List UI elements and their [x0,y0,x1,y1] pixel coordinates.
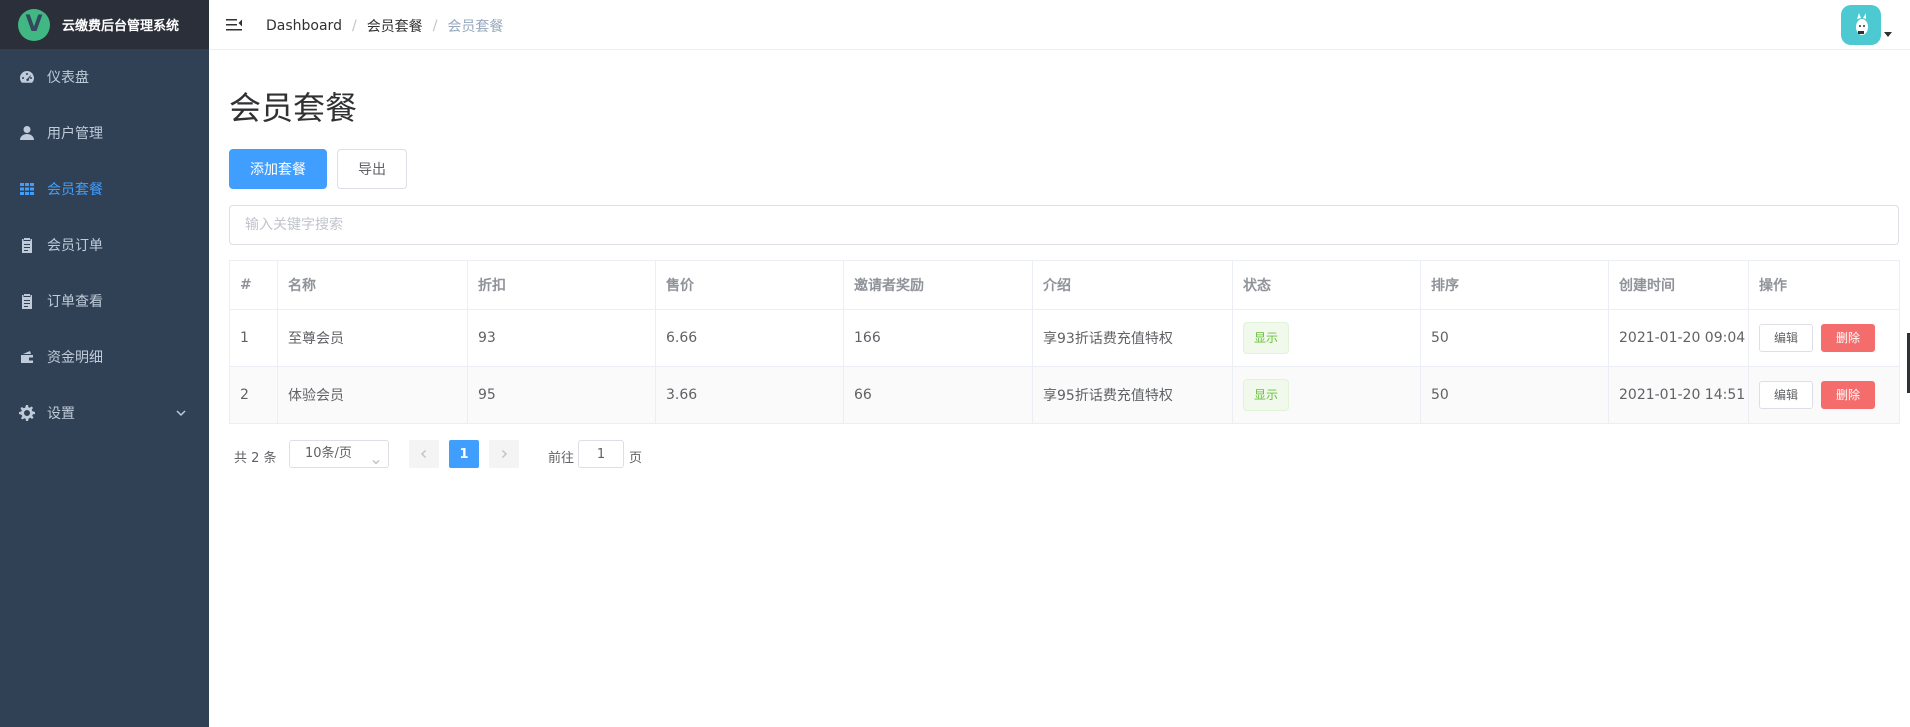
export-button[interactable]: 导出 [337,149,407,189]
cell-id: 1 [229,309,278,367]
column-header[interactable]: 状态 [1232,260,1421,310]
sidebar-item-label: 会员套餐 [47,182,103,198]
column-header[interactable]: 邀请者奖励 [843,260,1033,310]
cell-intro: 享95折话费充值特权 [1032,366,1233,424]
cell-reward: 166 [843,309,1033,367]
chevron-left-icon [420,449,427,459]
pagination: 共 2 条 10条/页 1 前往 页 [229,440,829,470]
breadcrumb-membership-plans[interactable]: 会员套餐 [367,16,423,36]
pagination-total: 共 2 条 [234,451,277,466]
table-row[interactable]: 2 体验会员 95 3.66 66 享95折话费充值特权 显示 50 2021-… [229,366,1900,424]
sidebar-item-label: 仪表盘 [47,70,89,86]
cell-created: 2021-01-20 14:51 [1608,366,1749,424]
column-header[interactable]: 名称 [277,260,468,310]
cell-price: 6.66 [655,309,844,367]
page-size-value: 10条/页 [305,446,352,461]
sidebar-item-membership-plans[interactable]: 会员套餐 [0,161,209,217]
cell-created: 2021-01-20 09:04 [1608,309,1749,367]
clipboard-icon [19,237,35,253]
page-size-select[interactable]: 10条/页 [289,440,389,468]
app-title: 云缴费后台管理系统 [62,19,180,34]
cat-avatar-icon [1856,13,1868,35]
edit-button[interactable]: 编辑 [1759,381,1814,409]
edit-button[interactable]: 编辑 [1759,324,1814,352]
user-icon [19,125,35,141]
next-page-button[interactable] [489,440,519,468]
avatar[interactable] [1841,5,1881,45]
column-header[interactable]: 介绍 [1032,260,1233,310]
breadcrumb: Dashboard / 会员套餐 / 会员套餐 [266,16,503,36]
column-header[interactable]: 售价 [655,260,844,310]
cell-actions: 编辑 删除 [1748,366,1900,424]
status-badge: 显示 [1243,322,1290,354]
cell-sort: 50 [1420,309,1609,367]
vue-logo-icon: V [18,8,50,41]
chevron-right-icon [501,449,508,459]
column-header[interactable]: # [229,260,278,310]
cell-status: 显示 [1232,366,1421,424]
goto-label: 前往 [548,451,575,466]
prev-page-button[interactable] [409,440,439,468]
cell-price: 3.66 [655,366,844,424]
delete-button[interactable]: 删除 [1821,324,1876,352]
table-row[interactable]: 1 至尊会员 93 6.66 166 享93折话费充值特权 显示 50 2021… [229,309,1900,367]
navbar: Dashboard / 会员套餐 / 会员套餐 [209,0,1910,50]
grid-icon [19,181,35,197]
breadcrumb-dashboard[interactable]: Dashboard [266,18,342,34]
column-header[interactable]: 操作 [1748,260,1900,310]
sidebar-item-member-orders[interactable]: 会员订单 [0,217,209,273]
caret-down-icon [1884,32,1892,37]
cell-id: 2 [229,366,278,424]
page-title: 会员套餐 [229,89,358,127]
cell-intro: 享93折话费充值特权 [1032,309,1233,367]
sidebar-item-funds[interactable]: 资金明细 [0,329,209,385]
sidebar-item-dashboard[interactable]: 仪表盘 [0,49,209,105]
breadcrumb-separator: / [351,18,357,34]
status-badge: 显示 [1243,379,1290,411]
sidebar-item-label: 资金明细 [47,350,103,366]
cell-name: 体验会员 [277,366,468,424]
search-input[interactable] [229,205,1899,245]
breadcrumb-current: 会员套餐 [447,19,504,35]
sidebar: V 云缴费后台管理系统 仪表盘 用户管理 会员套餐 会员订单 订单查看 资金明细… [0,0,209,727]
add-plan-button[interactable]: 添加套餐 [229,149,327,189]
goto-suffix: 页 [629,451,643,466]
hamburger-menu-icon[interactable] [226,17,242,33]
chevron-down-icon [175,407,187,419]
cell-sort: 50 [1420,366,1609,424]
column-header[interactable]: 创建时间 [1608,260,1749,310]
sidebar-item-label: 订单查看 [47,294,103,310]
user-avatar-dropdown[interactable] [1841,5,1892,45]
sidebar-item-label: 会员订单 [47,238,103,254]
wallet-icon [19,349,35,365]
cell-reward: 66 [843,366,1033,424]
dashboard-icon [19,69,35,85]
cell-status: 显示 [1232,309,1421,367]
clipboard-icon [19,293,35,309]
sidebar-item-label: 用户管理 [47,126,103,142]
sidebar-menu: 仪表盘 用户管理 会员套餐 会员订单 订单查看 资金明细 设置 [0,49,209,441]
cell-name: 至尊会员 [277,309,468,367]
gear-icon [19,405,35,421]
breadcrumb-separator: / [432,18,438,34]
cell-discount: 95 [467,366,656,424]
cell-actions: 编辑 删除 [1748,309,1900,367]
goto-page-input[interactable] [578,440,624,468]
column-header[interactable]: 排序 [1420,260,1609,310]
table-header-row: # 名称 折扣 售价 邀请者奖励 介绍 状态 排序 创建时间 操作 [229,260,1900,310]
chevron-down-icon [372,450,380,465]
logo-bar[interactable]: V 云缴费后台管理系统 [0,0,209,49]
plans-table: # 名称 折扣 售价 邀请者奖励 介绍 状态 排序 创建时间 操作 1 至尊会员… [229,260,1900,424]
delete-button[interactable]: 删除 [1821,381,1876,409]
sidebar-item-users[interactable]: 用户管理 [0,105,209,161]
sidebar-item-order-view[interactable]: 订单查看 [0,273,209,329]
column-header[interactable]: 折扣 [467,260,656,310]
sidebar-item-settings[interactable]: 设置 [0,385,209,441]
page-number-1[interactable]: 1 [449,440,479,468]
sidebar-item-label: 设置 [47,406,75,422]
cell-discount: 93 [467,309,656,367]
